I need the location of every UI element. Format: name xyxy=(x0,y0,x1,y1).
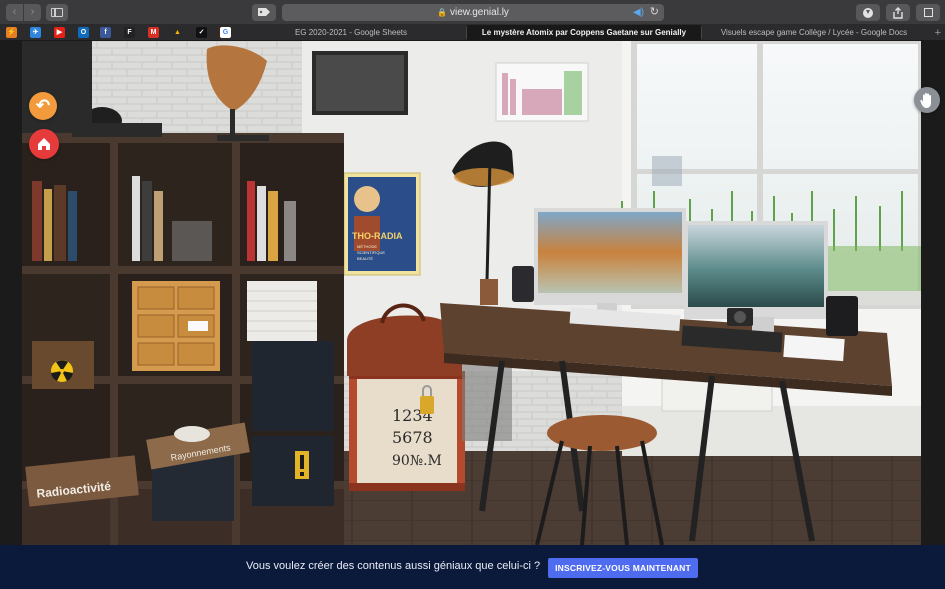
outlook-icon[interactable]: O xyxy=(78,27,89,38)
new-tab-icon[interactable]: + xyxy=(935,25,941,41)
tab-genially-atomix[interactable]: Le mystère Atomix par Coppens Gaetane su… xyxy=(467,25,701,41)
tab-overview-icon[interactable] xyxy=(916,4,940,21)
address-bar[interactable]: 🔒 view.genial.ly ◀) ↻ xyxy=(282,4,664,21)
audio-icon[interactable]: ◀) xyxy=(633,4,644,21)
sidebar-toggle-icon[interactable] xyxy=(46,4,68,21)
tho-radia-subtitle-2: SCIENTIFIQUE xyxy=(357,250,385,255)
gmail-icon[interactable]: M xyxy=(148,27,159,38)
padlock-icon xyxy=(420,396,434,414)
fx-icon[interactable]: F xyxy=(124,27,135,38)
tho-radia-title: THO-RADIA xyxy=(352,231,403,241)
room-scene: THO-RADIA MÉTHODE SCIENTIFIQUE BEAUTÉ Ra… xyxy=(22,41,921,545)
tho-radia-subtitle-3: BEAUTÉ xyxy=(357,256,373,261)
trunk-digits-row2: 5678 xyxy=(392,428,433,447)
home-button[interactable] xyxy=(29,129,59,159)
tab-bar: ⚡ ✈ ▶ O f F M ▲ ✓ G EG 2020-2021 - Googl… xyxy=(0,25,945,41)
signup-banner: Vous voulez créer des contenus aussi gén… xyxy=(0,545,945,589)
tag-icon[interactable] xyxy=(252,4,276,21)
banner-text: Vous voulez créer des contenus aussi gén… xyxy=(246,560,541,572)
presentation-stage: THO-RADIA MÉTHODE SCIENTIFIQUE BEAUTÉ Ra… xyxy=(0,41,945,545)
facebook-icon[interactable]: f xyxy=(100,27,111,38)
speaker-right xyxy=(826,296,858,336)
google-icon[interactable]: G xyxy=(220,27,231,38)
trunk-digits-row3: 90№.M xyxy=(392,453,442,469)
house-icon xyxy=(38,138,50,150)
grab-hand-button[interactable] xyxy=(914,87,940,113)
browser-toolbar: ‹ › 🔒 view.genial.ly ◀) ↻ xyxy=(0,0,945,25)
url-text: view.genial.ly xyxy=(450,7,509,18)
forward-nav-icon[interactable]: › xyxy=(24,4,41,21)
wooden-stool xyxy=(547,415,657,451)
bookmark-bolt-icon[interactable]: ⚡ xyxy=(6,27,17,38)
speaker-left xyxy=(512,266,534,302)
hand-icon xyxy=(920,93,931,108)
back-nav-icon[interactable]: ‹ xyxy=(6,4,23,21)
room-illustration: THO-RADIA MÉTHODE SCIENTIFIQUE BEAUTÉ Ra… xyxy=(22,41,921,545)
bird-icon[interactable]: ✈ xyxy=(30,27,41,38)
nike-icon[interactable]: ✓ xyxy=(196,27,207,38)
youtube-icon[interactable]: ▶ xyxy=(54,27,65,38)
signup-cta-button[interactable]: INSCRIVEZ-VOUS MAINTENANT xyxy=(548,558,698,578)
tho-radia-subtitle-1: MÉTHODE xyxy=(357,244,377,249)
share-icon[interactable] xyxy=(886,4,910,21)
undo-arrow-icon: ↶ xyxy=(35,96,51,115)
download-icon[interactable] xyxy=(856,4,880,21)
lock-icon: 🔒 xyxy=(437,8,448,17)
back-button[interactable]: ↶ xyxy=(29,92,57,120)
tab-google-sheets[interactable]: EG 2020-2021 - Google Sheets xyxy=(236,25,466,41)
drive-icon[interactable]: ▲ xyxy=(172,27,183,38)
reload-icon[interactable]: ↻ xyxy=(650,4,659,21)
tab-google-docs[interactable]: Visuels escape game Collège / Lycée - Go… xyxy=(702,25,926,41)
